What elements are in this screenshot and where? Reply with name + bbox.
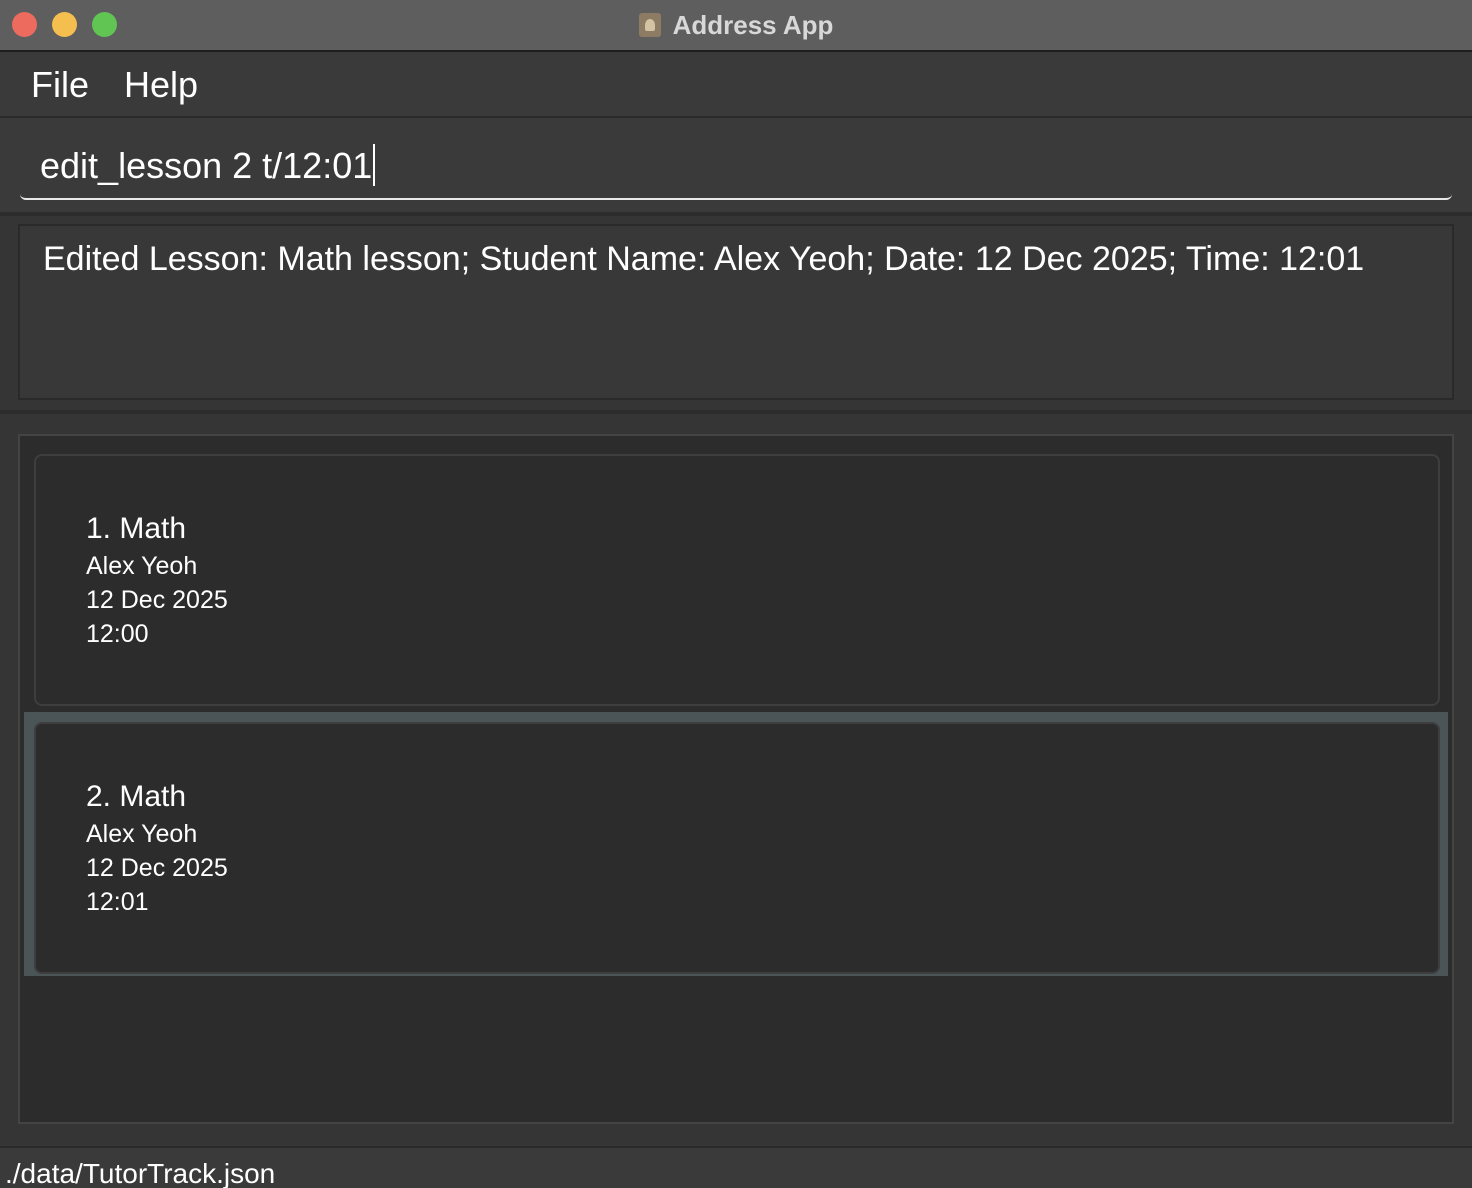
lesson-student: Alex Yeoh	[86, 552, 198, 580]
title-bar: Address App	[0, 0, 1472, 52]
window-title-group: Address App	[0, 0, 1472, 50]
status-bar: ./data/TutorTrack.json	[0, 1146, 1472, 1188]
address-book-icon	[638, 13, 661, 37]
lesson-card[interactable]: 1. Math Alex Yeoh 12 Dec 2025 12:00	[34, 454, 1440, 706]
menu-help[interactable]: Help	[124, 64, 198, 106]
lesson-date: 12 Dec 2025	[86, 854, 228, 882]
text-caret	[373, 144, 376, 186]
lesson-student: Alex Yeoh	[86, 820, 198, 848]
result-message: Edited Lesson: Math lesson; Student Name…	[43, 240, 1365, 278]
lesson-time: 12:01	[86, 888, 149, 916]
command-box-area: edit_lesson 2 t/12:01	[0, 118, 1472, 216]
window-title: Address App	[672, 9, 834, 40]
lesson-card[interactable]: 2. Math Alex Yeoh 12 Dec 2025 12:01	[34, 722, 1440, 974]
lesson-date: 12 Dec 2025	[86, 586, 228, 614]
app-window: Address App File Help edit_lesson 2 t/12…	[0, 0, 1472, 1188]
lesson-title: 2. Math	[86, 780, 187, 813]
result-display[interactable]: Edited Lesson: Math lesson; Student Name…	[18, 224, 1454, 400]
command-input-text: edit_lesson 2 t/12:01	[40, 144, 376, 187]
data-file-path: ./data/TutorTrack.json	[5, 1158, 276, 1188]
command-input[interactable]: edit_lesson 2 t/12:01	[20, 136, 1452, 200]
result-display-area: Edited Lesson: Math lesson; Student Name…	[0, 216, 1472, 414]
lesson-list-row-selected[interactable]: 2. Math Alex Yeoh 12 Dec 2025 12:01	[24, 712, 1448, 976]
lesson-title: 1. Math	[86, 512, 187, 545]
lesson-time: 12:00	[86, 620, 149, 648]
menu-file[interactable]: File	[31, 64, 89, 106]
lesson-list-row[interactable]: 1. Math Alex Yeoh 12 Dec 2025 12:00	[24, 444, 1448, 708]
lesson-list[interactable]: 1. Math Alex Yeoh 12 Dec 2025 12:00 2. M…	[18, 434, 1454, 1124]
menu-bar: File Help	[0, 52, 1472, 118]
